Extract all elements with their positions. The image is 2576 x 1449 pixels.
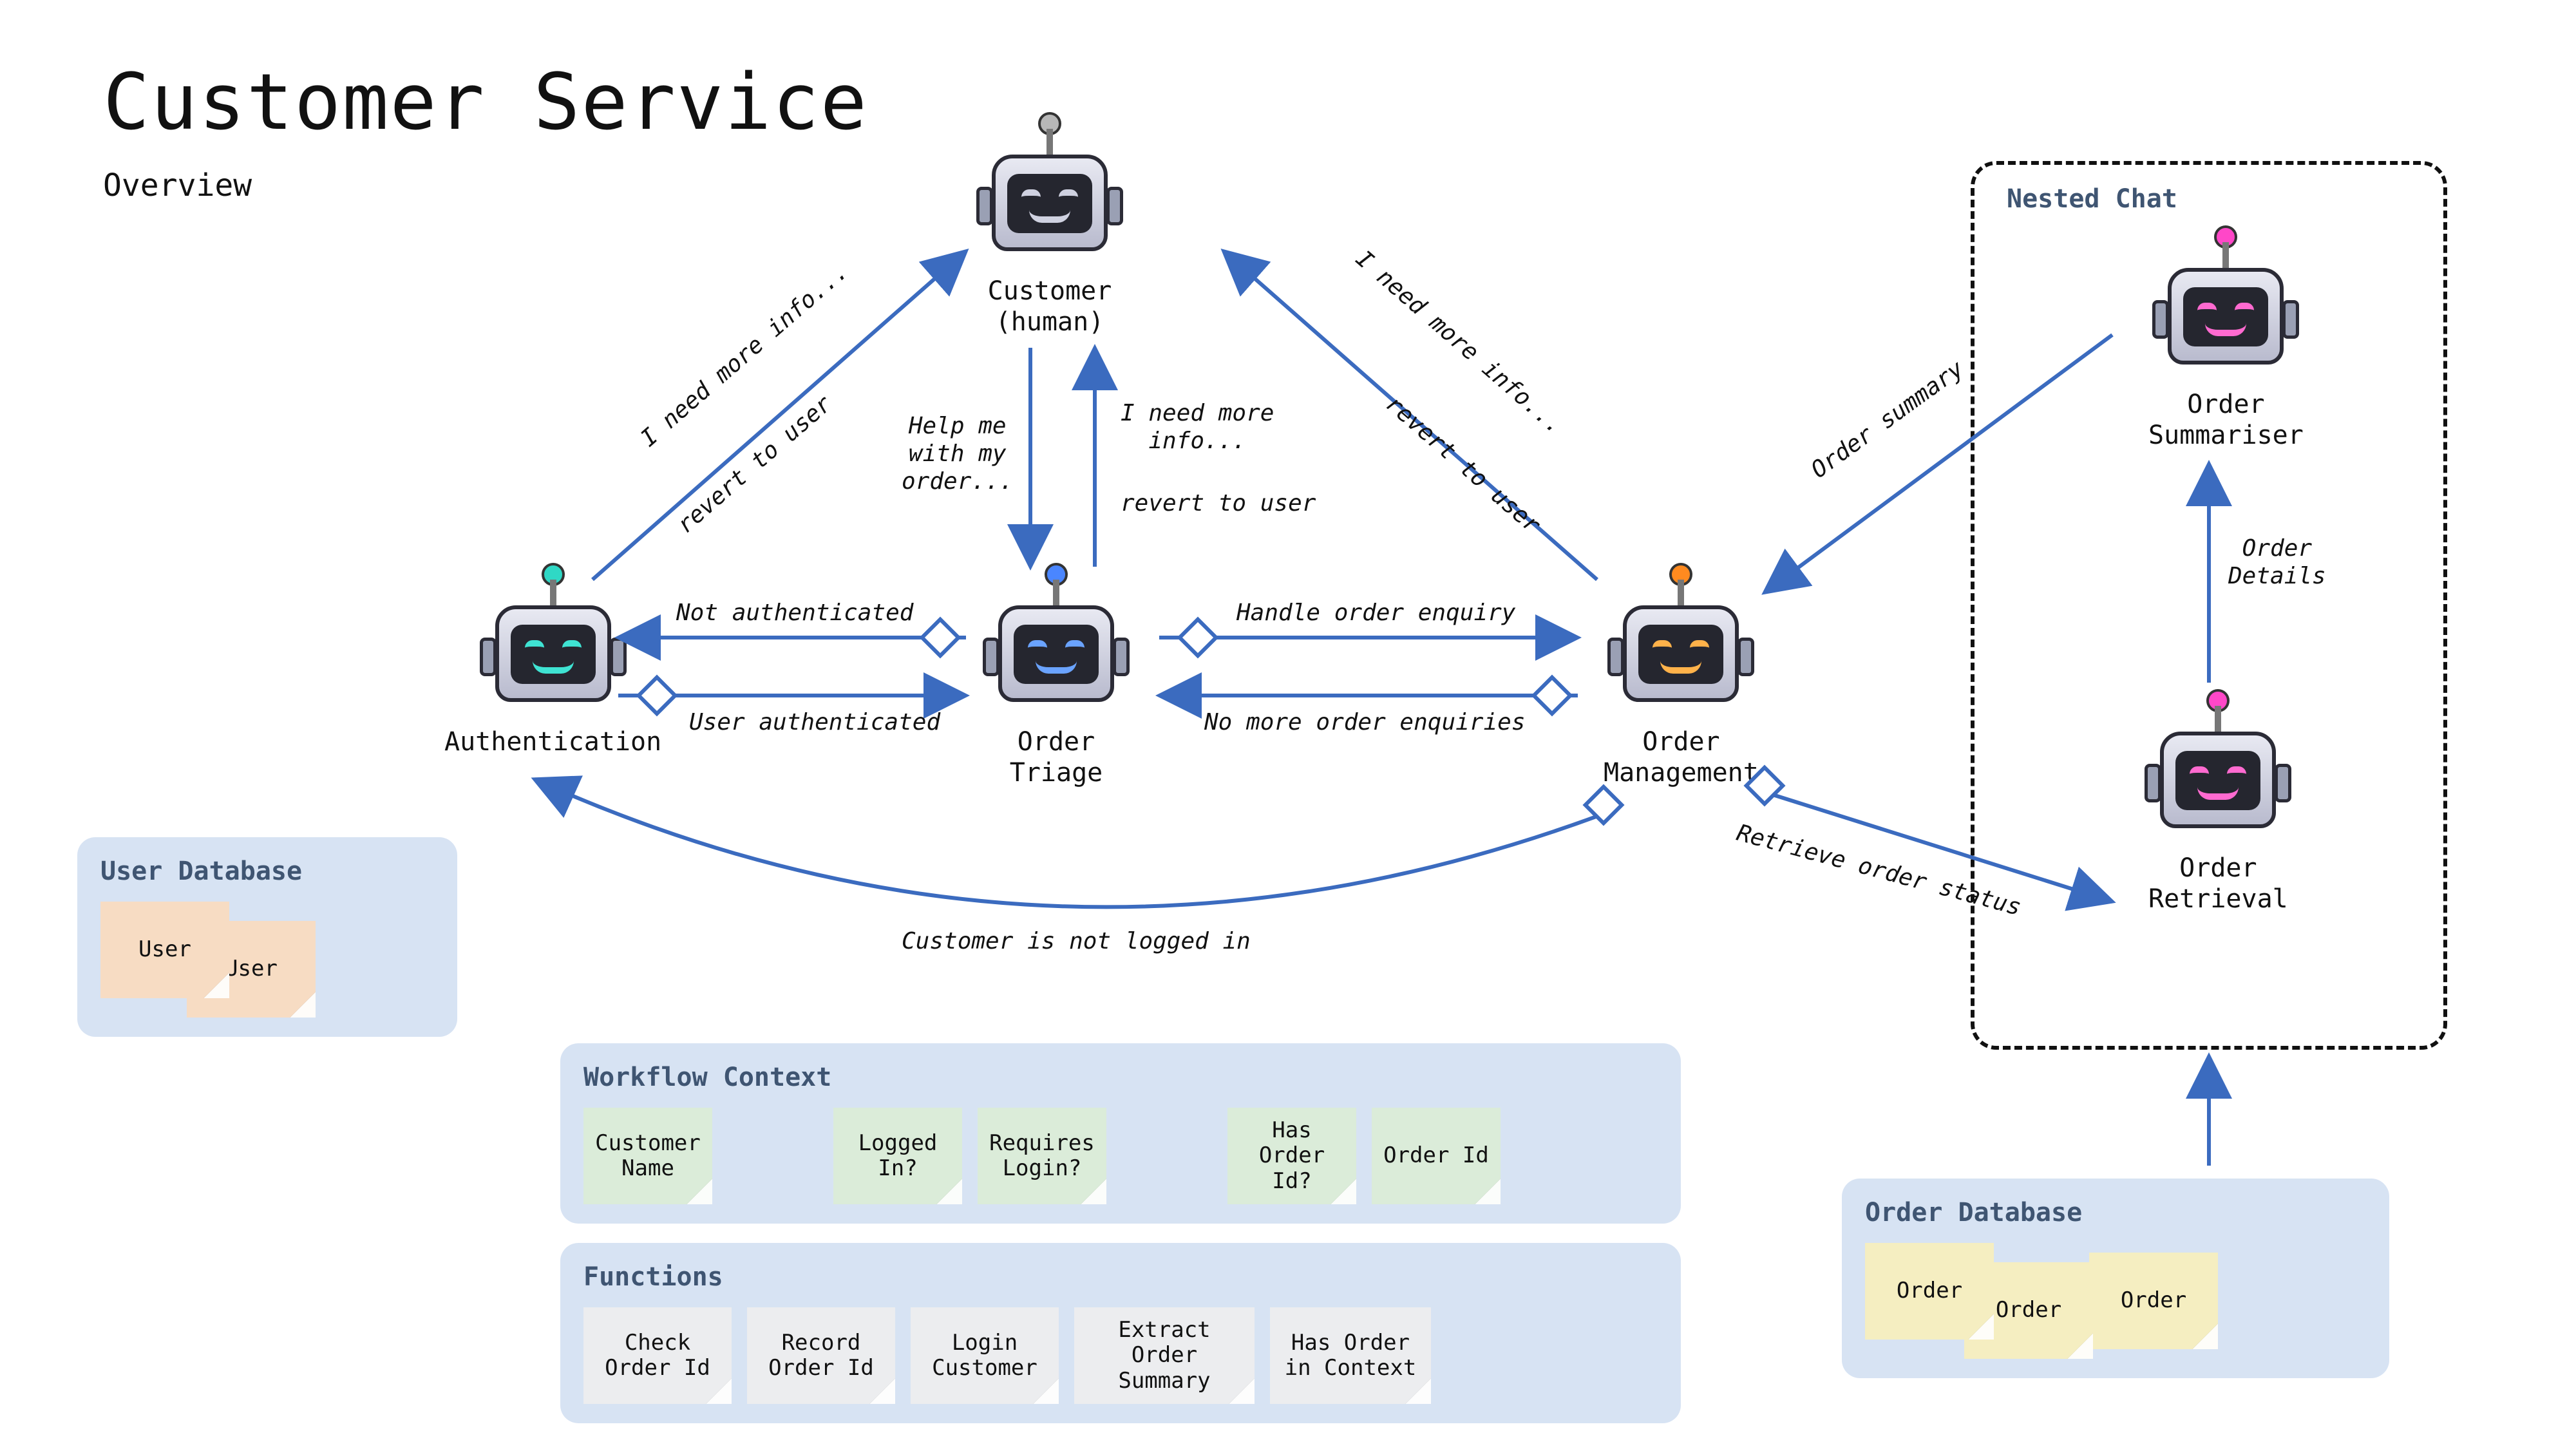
note-extract-order-summary: Extract OrderSummary [1074, 1307, 1255, 1404]
robot-icon [985, 129, 1114, 270]
panel-functions: Functions CheckOrder Id RecordOrder Id L… [560, 1243, 1681, 1423]
agent-order-summariser: OrderSummariser [2148, 242, 2304, 451]
panel-user-database-title: User Database [100, 857, 434, 886]
note-customer-name: CustomerName [583, 1108, 712, 1204]
note-user: User [100, 902, 229, 998]
agent-order-retrieval-label: OrderRetrieval [2148, 853, 2288, 914]
panel-functions-title: Functions [583, 1262, 1658, 1292]
edge-retrieval-to-summariser-label: OrderDetails [2228, 535, 2326, 590]
agent-customer-label: Customer(human) [985, 276, 1114, 337]
note-check-order-id: CheckOrder Id [583, 1307, 732, 1404]
agent-order-triage-label: OrderTriage [992, 726, 1121, 788]
robot-icon [2161, 242, 2290, 384]
note-record-order-id: RecordOrder Id [747, 1307, 895, 1404]
note-has-order-id: HasOrderId? [1227, 1108, 1356, 1204]
robot-icon [1616, 580, 1745, 721]
panel-user-database: User Database User User [77, 837, 457, 1037]
agent-order-retrieval: OrderRetrieval [2148, 706, 2288, 914]
edge-triage-to-customer-label: I need moreinfo... [1121, 399, 1274, 455]
agent-authentication: Authentication [444, 580, 661, 757]
edge-triage-to-mgmt-label: Handle order enquiry [1236, 599, 1515, 627]
note-order: Order [1865, 1243, 1994, 1340]
panel-workflow-context: Workflow Context CustomerName LoggedIn? … [560, 1043, 1681, 1224]
edge-customer-to-triage-label: Help mewith myorder... [902, 412, 1013, 496]
agent-order-management-label: OrderManagement [1604, 726, 1759, 788]
agent-order-management: OrderManagement [1604, 580, 1759, 788]
agent-order-summariser-label: OrderSummariser [2148, 389, 2304, 451]
note-order-id: Order Id [1372, 1108, 1501, 1204]
robot-icon [489, 580, 618, 721]
nested-chat-box: Nested Chat OrderSummariser OrderRetriev… [1971, 161, 2447, 1050]
note-order: Order [2089, 1253, 2218, 1349]
nested-chat-title: Nested Chat [2007, 184, 2177, 214]
note-requires-login: RequiresLogin? [978, 1108, 1106, 1204]
page-title: Customer Service [103, 58, 868, 147]
edge-auth-to-triage-label: User authenticated [689, 708, 940, 736]
robot-icon [992, 580, 1121, 721]
panel-order-database-title: Order Database [1865, 1198, 2366, 1227]
robot-icon [2154, 706, 2282, 848]
note-logged-in: LoggedIn? [833, 1108, 962, 1204]
edge-mgmt-to-triage-label: No more order enquiries [1204, 708, 1526, 736]
page-subtitle: Overview [103, 167, 252, 204]
panel-order-database: Order Database Order Order Order [1842, 1179, 2389, 1378]
note-has-order-in-context: Has Orderin Context [1270, 1307, 1431, 1404]
note-login-customer: LoginCustomer [911, 1307, 1059, 1404]
edge-summariser-to-mgmt-label: Order summary [1806, 355, 1969, 484]
agent-order-triage: OrderTriage [992, 580, 1121, 788]
edge-triage-to-auth-label: Not authenticated [676, 599, 913, 627]
edge-mgmt-to-auth-label: Customer is not logged in [902, 927, 1251, 955]
agent-authentication-label: Authentication [444, 726, 661, 757]
edge-triage-to-customer-sublabel: revert to user [1121, 489, 1316, 517]
panel-workflow-context-title: Workflow Context [583, 1063, 1658, 1092]
agent-customer: Customer(human) [985, 129, 1114, 337]
